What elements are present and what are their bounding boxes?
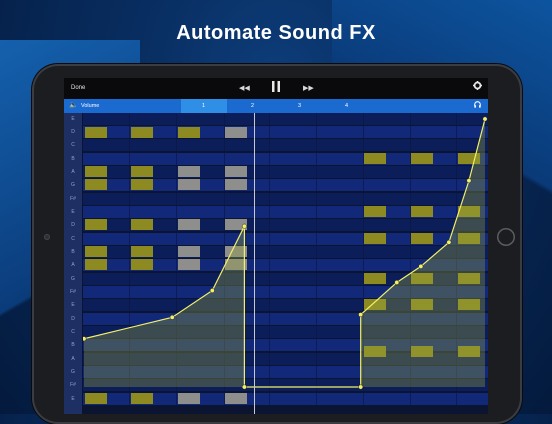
key-label: D bbox=[71, 316, 75, 322]
automation-point[interactable] bbox=[418, 263, 424, 269]
fast-forward-icon[interactable]: ▶▶ bbox=[303, 84, 314, 92]
key-label: B bbox=[71, 249, 75, 255]
key-label: G bbox=[71, 369, 75, 375]
key-label: E bbox=[71, 116, 75, 122]
key-label: A bbox=[71, 169, 75, 175]
key-label: F# bbox=[70, 382, 76, 388]
automation-point[interactable] bbox=[241, 384, 247, 390]
home-button[interactable] bbox=[497, 228, 515, 246]
automation-point[interactable] bbox=[358, 312, 364, 318]
automation-point[interactable] bbox=[241, 223, 247, 229]
automation-point[interactable] bbox=[466, 178, 472, 184]
track-tab-bar: 🔈 Volume 1 2 3 4 bbox=[64, 99, 488, 113]
piano-keys: E D C B A G F# E D C B A G F# E D C B A … bbox=[64, 113, 83, 414]
key-label: B bbox=[71, 156, 75, 162]
toolbar: Done ◀◀ ▶▶ bbox=[64, 78, 488, 99]
key-label: D bbox=[71, 222, 75, 228]
automation-area bbox=[84, 119, 485, 387]
key-label: B bbox=[71, 342, 75, 348]
playhead[interactable] bbox=[254, 113, 255, 414]
headline: Automate Sound FX bbox=[176, 22, 376, 44]
key-label: G bbox=[71, 182, 75, 188]
key-label: A bbox=[71, 262, 75, 268]
key-label: C bbox=[71, 236, 75, 242]
key-label: D bbox=[71, 129, 75, 135]
volume-automation[interactable] bbox=[83, 113, 488, 414]
automation-point[interactable] bbox=[169, 314, 175, 320]
gear-icon[interactable] bbox=[473, 81, 482, 92]
camera-icon bbox=[44, 234, 50, 240]
automation-point[interactable] bbox=[209, 288, 215, 293]
automation-point[interactable] bbox=[394, 280, 400, 285]
bar-tab-3[interactable]: 3 bbox=[277, 99, 323, 113]
automation-point[interactable] bbox=[446, 239, 452, 245]
key-label: A bbox=[71, 356, 75, 362]
app-screen: Done ◀◀ ▶▶ 🔈 Volume 1 2 3 4 E D C B A G … bbox=[64, 78, 488, 414]
note-grid[interactable] bbox=[83, 113, 488, 414]
key-label: C bbox=[71, 142, 75, 148]
key-label: G bbox=[71, 276, 75, 282]
key-label: E bbox=[71, 302, 75, 308]
automation-point[interactable] bbox=[482, 116, 488, 122]
pause-icon[interactable] bbox=[272, 81, 280, 94]
key-label: E bbox=[71, 396, 75, 402]
headphones-icon[interactable] bbox=[474, 101, 481, 110]
bar-tab-4[interactable]: 4 bbox=[324, 99, 370, 113]
key-label: F# bbox=[70, 196, 76, 202]
key-label: C bbox=[71, 329, 75, 335]
key-label: E bbox=[71, 209, 75, 215]
key-label: F# bbox=[70, 289, 76, 295]
automation-point[interactable] bbox=[358, 384, 364, 390]
bar-tab-2[interactable]: 2 bbox=[230, 99, 276, 113]
speaker-icon[interactable]: 🔈 bbox=[69, 101, 78, 109]
automation-point[interactable] bbox=[83, 336, 87, 342]
track-parameter-label[interactable]: Volume bbox=[81, 103, 99, 109]
bar-tab-1[interactable]: 1 bbox=[181, 99, 227, 113]
done-button[interactable]: Done bbox=[71, 85, 85, 91]
rewind-icon[interactable]: ◀◀ bbox=[239, 84, 250, 92]
